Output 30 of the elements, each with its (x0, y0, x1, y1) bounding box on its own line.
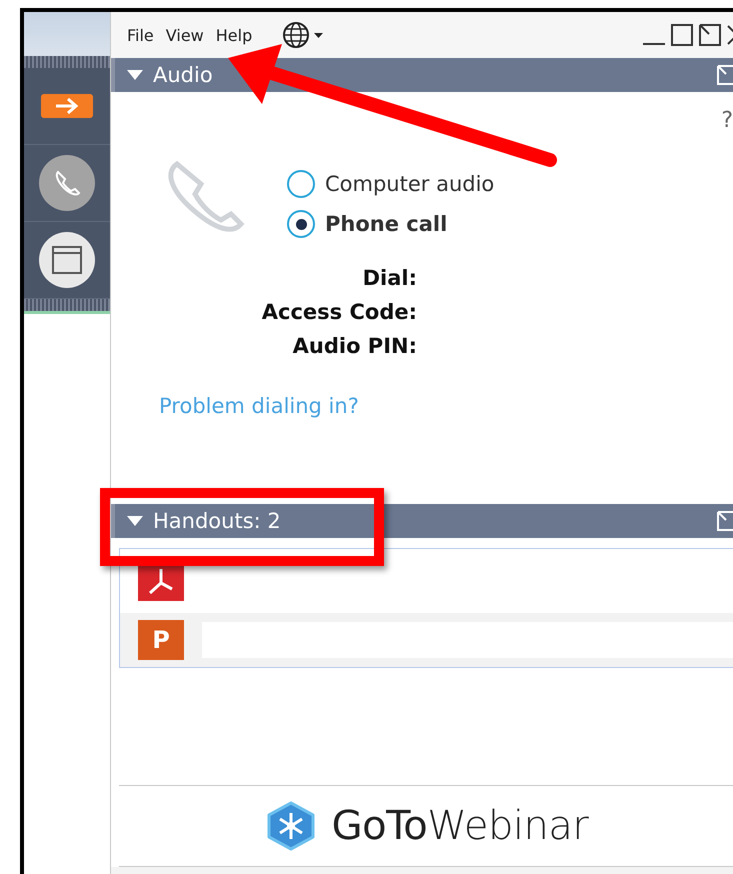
maximize-button[interactable] (671, 24, 693, 46)
panel-title: Handouts: 2 (153, 509, 281, 533)
panel-title: Audio (153, 63, 213, 87)
radio-button[interactable] (287, 210, 315, 238)
menu-item[interactable]: View (166, 26, 204, 44)
field-label: Access Code: (262, 300, 417, 324)
collapse-caret-icon[interactable] (127, 516, 143, 526)
pop-out-icon (699, 24, 721, 46)
arrow-button[interactable] (41, 94, 93, 118)
logo-text: GoToWebinar (332, 803, 588, 849)
window-icon (51, 245, 83, 275)
radio-label: Phone call (325, 212, 448, 236)
pop-out-icon[interactable] (717, 65, 733, 85)
field-label: Dial: (362, 266, 417, 290)
radio-label: Computer audio (325, 172, 494, 196)
handout-row[interactable]: P (120, 613, 733, 667)
pop-out-button[interactable] (699, 24, 721, 46)
menu-item[interactable]: Help (216, 26, 252, 44)
grip-handle[interactable] (24, 56, 110, 68)
radio-button[interactable] (287, 170, 315, 198)
minimize-icon (643, 43, 665, 45)
presentation-icon: P (138, 620, 184, 660)
collapse-caret-icon[interactable] (127, 70, 143, 80)
maximize-icon (671, 24, 693, 46)
help-icon[interactable]: ? (721, 108, 733, 133)
field-label: Audio PIN: (292, 334, 417, 358)
pop-out-icon[interactable] (717, 511, 733, 531)
menu-item[interactable]: File (127, 26, 154, 44)
grip-handle[interactable] (24, 299, 110, 311)
arrow-icon (54, 97, 80, 115)
